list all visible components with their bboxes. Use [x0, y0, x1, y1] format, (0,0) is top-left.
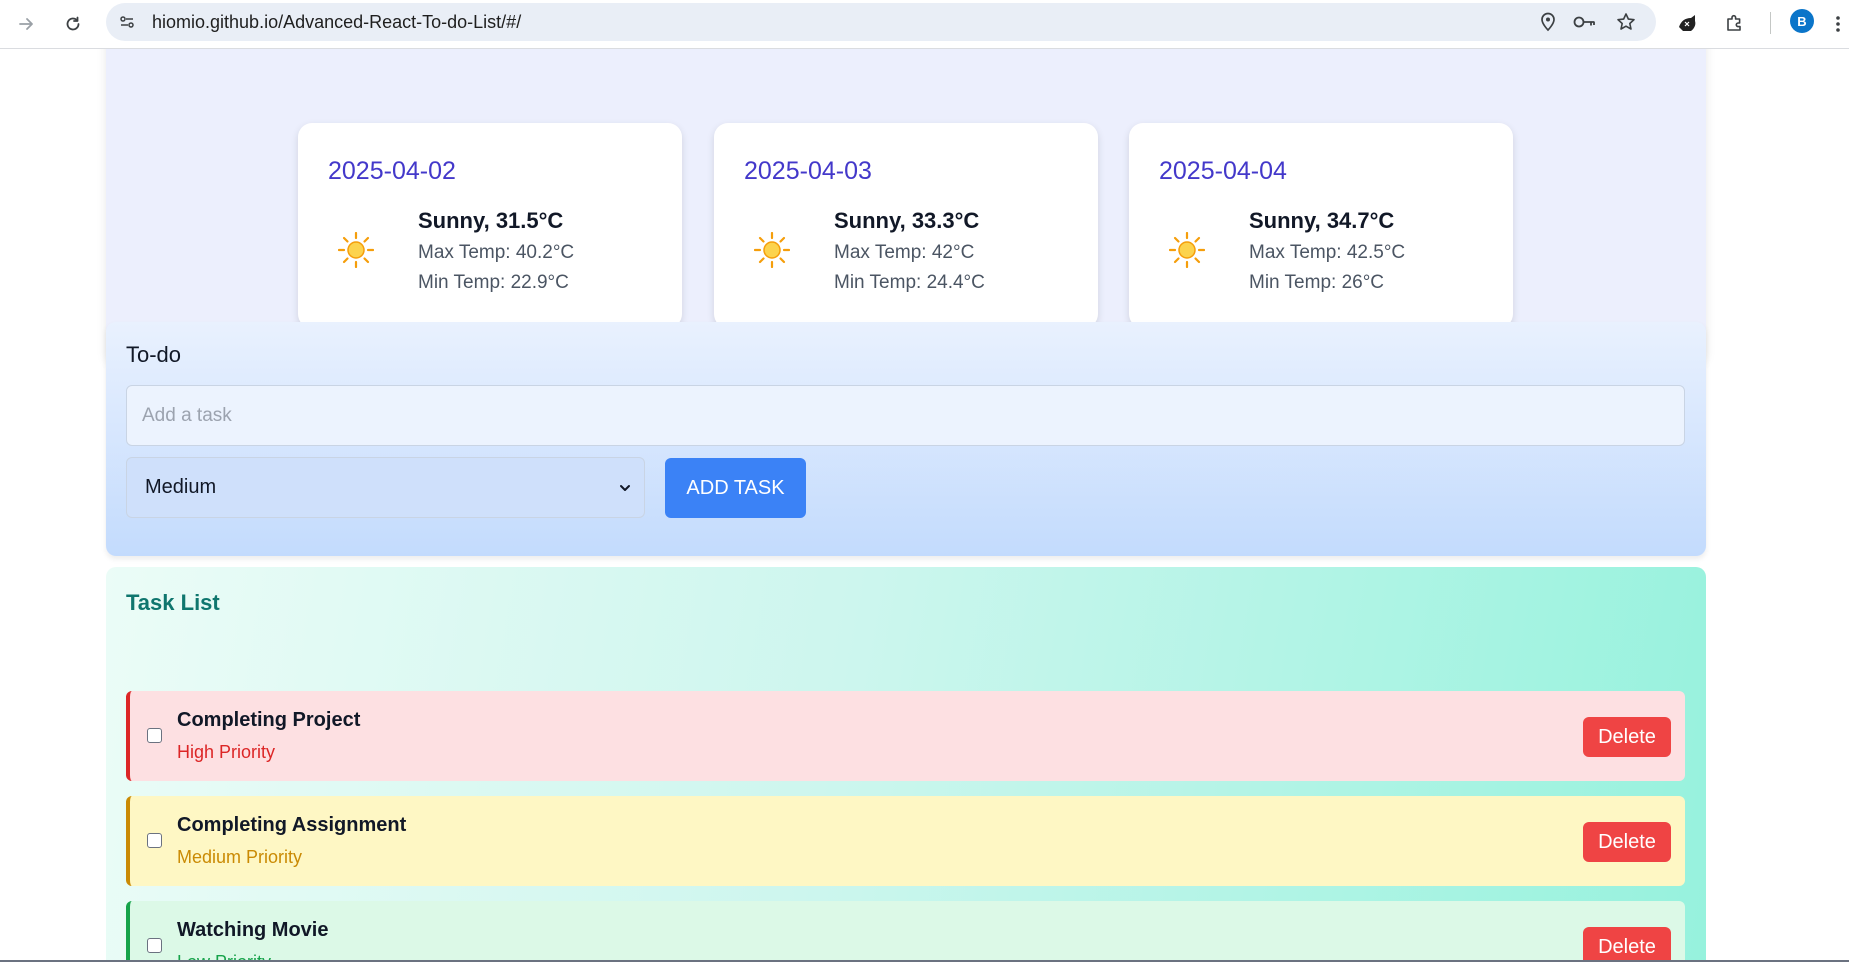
todo-heading: To-do [126, 342, 182, 367]
task-checkbox[interactable] [147, 728, 162, 743]
site-settings-icon[interactable] [117, 12, 137, 32]
todo-form-panel: To-do Medium ADD TASK [106, 322, 1706, 556]
location-icon[interactable] [1536, 10, 1560, 34]
forecast-date: 2025-04-04 [1159, 157, 1287, 185]
bookmark-star-icon[interactable] [1614, 10, 1638, 34]
chevron-down-icon [618, 478, 632, 501]
task-item: Completing Project High Priority Delete [126, 691, 1685, 781]
forecast-date: 2025-04-02 [328, 157, 456, 185]
browser-toolbar: hiomio.github.io/Advanced-React-To-do-Li… [0, 0, 1849, 49]
min-temp: Min Temp: 22.9°C [418, 272, 569, 293]
weather-condition: Sunny, 31.5°C [418, 208, 564, 233]
sun-icon [1169, 232, 1205, 268]
max-temp: Max Temp: 40.2°C [418, 242, 575, 263]
task-item: Completing Assignment Medium Priority De… [126, 796, 1685, 886]
max-temp: Max Temp: 42°C [834, 242, 975, 263]
kebab-menu-icon[interactable] [1828, 8, 1848, 40]
task-checkbox[interactable] [147, 938, 162, 953]
add-task-button[interactable]: ADD TASK [665, 458, 806, 518]
extensions-puzzle-icon[interactable] [1718, 8, 1750, 40]
weather-condition: Sunny, 33.3°C [834, 208, 980, 233]
task-name: Completing Assignment [177, 814, 407, 836]
delete-task-button[interactable]: Delete [1583, 717, 1671, 757]
add-task-input[interactable] [126, 385, 1685, 446]
delete-task-button[interactable]: Delete [1583, 822, 1671, 862]
priority-select[interactable]: Medium [126, 457, 645, 518]
weather-card: 2025-04-04 Sunny, 34.7°C Max Temp: 42.5°… [1129, 123, 1513, 328]
extension-icon[interactable] [1672, 8, 1704, 40]
profile-avatar[interactable]: B [1790, 9, 1814, 33]
task-name: Completing Project [177, 709, 361, 731]
reload-icon[interactable] [57, 8, 89, 40]
url-text[interactable]: hiomio.github.io/Advanced-React-To-do-Li… [152, 12, 521, 33]
task-name: Watching Movie [177, 919, 329, 941]
password-key-icon[interactable] [1573, 10, 1597, 34]
weather-forecast-panel: 2025-04-02 Sunny, 31.5°C Max Temp: 40.2°… [106, 49, 1706, 359]
min-temp: Min Temp: 26°C [1249, 272, 1385, 293]
task-list-heading: Task List [126, 590, 220, 615]
address-bar[interactable]: hiomio.github.io/Advanced-React-To-do-Li… [106, 3, 1656, 41]
weather-condition: Sunny, 34.7°C [1249, 208, 1395, 233]
weather-card: 2025-04-03 Sunny, 33.3°C Max Temp: 42°C … [714, 123, 1098, 328]
sun-icon [754, 232, 790, 268]
task-list-panel: Task List Completing Project High Priori… [106, 567, 1706, 962]
delete-task-button[interactable]: Delete [1583, 927, 1671, 962]
priority-selected-value: Medium [145, 476, 217, 498]
toolbar-divider [1770, 12, 1771, 34]
task-priority: Medium Priority [177, 847, 303, 867]
min-temp: Min Temp: 24.4°C [834, 272, 985, 293]
sun-icon [338, 232, 374, 268]
max-temp: Max Temp: 42.5°C [1249, 242, 1406, 263]
task-item: Watching Movie Low Priority Delete [126, 901, 1685, 962]
forward-icon[interactable] [10, 8, 42, 40]
task-priority: High Priority [177, 742, 276, 762]
weather-card: 2025-04-02 Sunny, 31.5°C Max Temp: 40.2°… [298, 123, 682, 328]
forecast-date: 2025-04-03 [744, 157, 872, 185]
task-checkbox[interactable] [147, 833, 162, 848]
page-viewport: 2025-04-02 Sunny, 31.5°C Max Temp: 40.2°… [0, 49, 1849, 962]
